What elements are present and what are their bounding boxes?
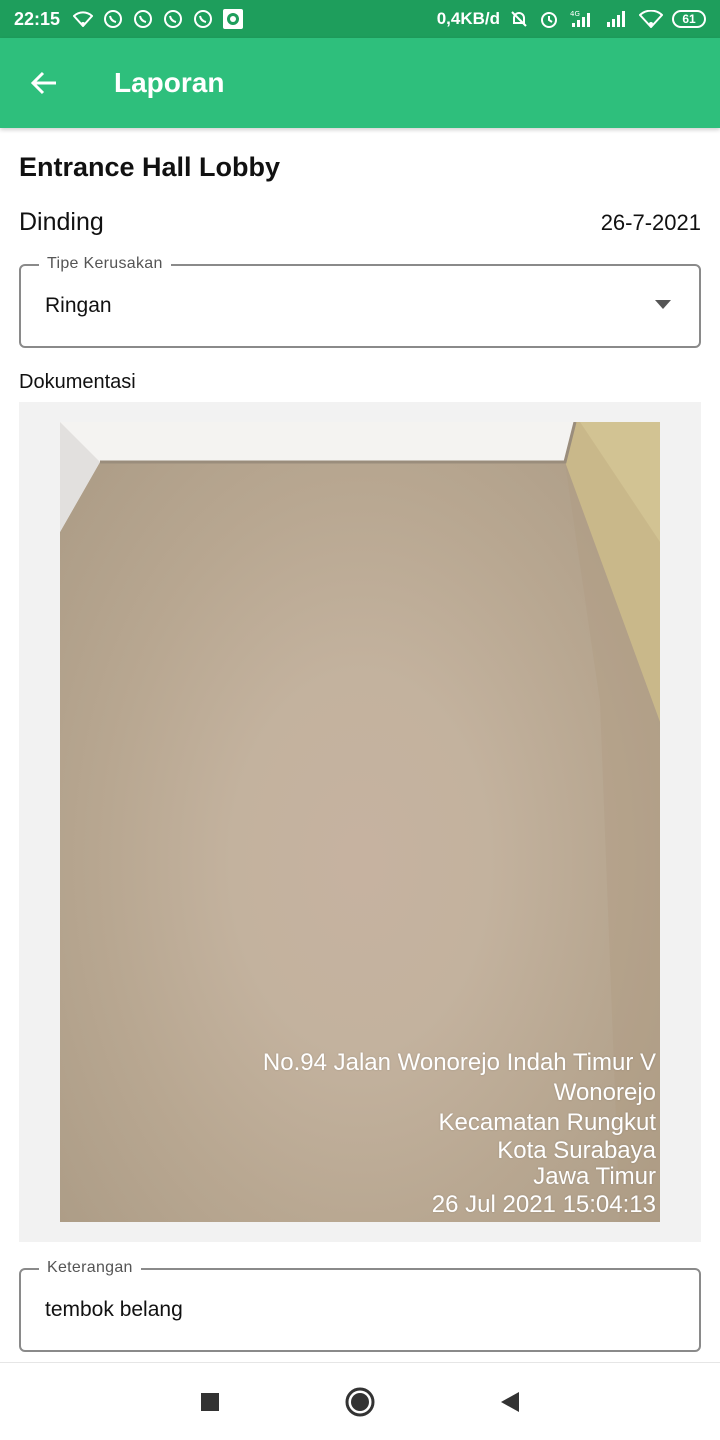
component-row: Dinding 26-7-2021 bbox=[19, 208, 701, 237]
documentation-photo-container: No.94 Jalan Wonorejo Indah Timur V Wonor… bbox=[19, 402, 701, 1242]
back-nav-button[interactable] bbox=[490, 1382, 530, 1422]
damage-type-value: Ringan bbox=[45, 294, 112, 317]
notes-field[interactable]: Keterangan tembok belang bbox=[19, 1259, 701, 1352]
back-button[interactable] bbox=[14, 53, 74, 113]
watermark-city: Kota Surabaya bbox=[497, 1137, 656, 1164]
documentation-photo[interactable]: No.94 Jalan Wonorejo Indah Timur V Wonor… bbox=[60, 422, 660, 1222]
report-date: 26-7-2021 bbox=[600, 209, 701, 235]
home-button[interactable] bbox=[340, 1382, 380, 1422]
notes-label: Keterangan bbox=[39, 1259, 141, 1277]
status-bar: 22:15 0,4KB/d 4G 61 bbox=[0, 0, 720, 38]
signal-4g-icon: 4G bbox=[568, 8, 596, 30]
watermark-timestamp: 26 Jul 2021 15:04:13 bbox=[431, 1191, 656, 1218]
watermark-province: Jawa Timur bbox=[533, 1163, 656, 1190]
whatsapp-icon bbox=[132, 8, 154, 30]
watermark-address: No.94 Jalan Wonorejo Indah Timur V bbox=[262, 1049, 656, 1076]
battery-indicator: 61 bbox=[672, 10, 706, 28]
watermark-village: Wonorejo bbox=[553, 1079, 656, 1106]
dropdown-arrow-icon bbox=[655, 300, 671, 309]
damage-type-label: Tipe Kerusakan bbox=[39, 255, 171, 273]
photo-watermark: No.94 Jalan Wonorejo Indah Timur V Wonor… bbox=[263, 1048, 656, 1220]
silent-icon bbox=[508, 8, 530, 30]
damage-type-dropdown[interactable]: Tipe Kerusakan Ringan bbox=[19, 255, 701, 348]
whatsapp-icon bbox=[192, 8, 214, 30]
system-nav-bar bbox=[0, 1362, 720, 1440]
watermark-district: Kecamatan Rungkut bbox=[438, 1109, 656, 1136]
status-time: 22:15 bbox=[14, 8, 61, 29]
signal-icon bbox=[604, 8, 630, 30]
notes-value: tembok belang bbox=[45, 1298, 183, 1321]
triangle-back-icon bbox=[501, 1391, 519, 1412]
alarm-icon bbox=[538, 8, 560, 30]
square-icon bbox=[201, 1392, 219, 1411]
status-left: 22:15 bbox=[14, 8, 244, 30]
status-right: 0,4KB/d 4G 61 bbox=[437, 8, 706, 30]
wifi-icon bbox=[72, 8, 94, 30]
arrow-back-icon bbox=[30, 71, 56, 95]
whatsapp-icon bbox=[162, 8, 184, 30]
network-type-label: 4G bbox=[570, 10, 580, 18]
network-speed: 0,4KB/d bbox=[436, 9, 500, 28]
recents-button[interactable] bbox=[190, 1382, 230, 1422]
wifi-icon bbox=[638, 8, 664, 30]
camera-app-icon bbox=[222, 8, 244, 30]
whatsapp-icon bbox=[102, 8, 124, 30]
page-title: Laporan bbox=[114, 67, 225, 98]
home-circle-icon bbox=[345, 1387, 375, 1416]
app-bar: Laporan bbox=[0, 38, 720, 128]
location-title: Entrance Hall Lobby bbox=[19, 152, 281, 182]
documentation-label: Dokumentasi bbox=[19, 371, 136, 393]
component-name: Dinding bbox=[19, 208, 104, 236]
